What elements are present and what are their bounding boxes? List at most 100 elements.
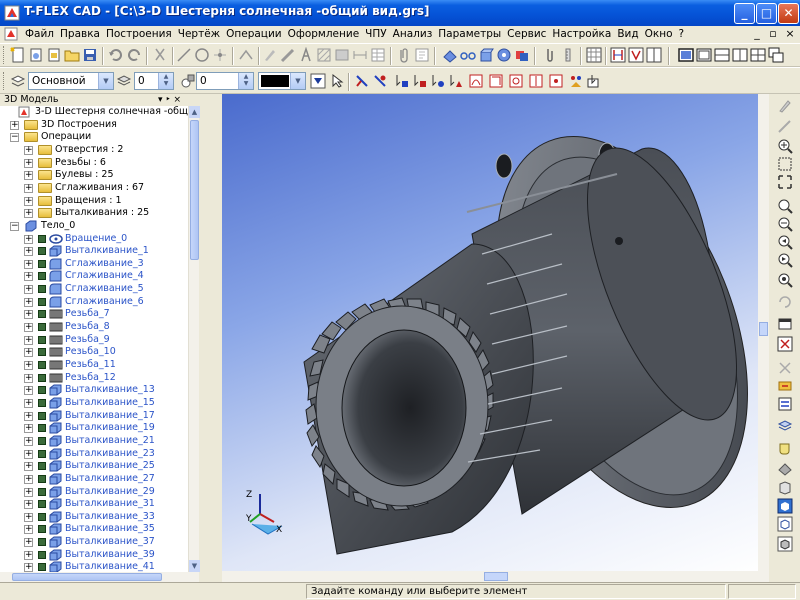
tree-node[interactable]: + Выталкивания : 25	[0, 207, 188, 220]
select-loop-icon[interactable]	[412, 73, 428, 89]
circle-icon[interactable]	[194, 47, 210, 63]
level-icon[interactable]	[116, 73, 132, 89]
window-3d-icon[interactable]	[628, 47, 644, 63]
menu-item[interactable]: Сервис	[504, 28, 549, 40]
tree-node[interactable]: + Вращение_0	[0, 233, 188, 246]
menu-item[interactable]: Настройка	[549, 28, 614, 40]
expand-icon[interactable]: +	[24, 538, 33, 548]
zoom-in-icon[interactable]	[777, 138, 793, 154]
cut-icon[interactable]	[152, 47, 168, 63]
fragment-icon[interactable]	[334, 47, 350, 63]
expand-icon[interactable]: +	[24, 411, 33, 421]
select-element-icon[interactable]	[586, 73, 602, 89]
tree-node[interactable]: + Сглаживание_5	[0, 283, 188, 296]
expand-icon[interactable]: +	[24, 183, 33, 193]
expand-icon[interactable]: +	[24, 259, 33, 269]
tree-node[interactable]: + Резьба_11	[0, 359, 188, 372]
expand-icon[interactable]: +	[24, 297, 33, 307]
visibility-icon[interactable]	[38, 335, 46, 344]
visibility-icon[interactable]	[38, 449, 46, 458]
expand-icon[interactable]: +	[24, 361, 33, 370]
expand-icon[interactable]: +	[24, 373, 33, 383]
grid-icon[interactable]	[586, 47, 602, 63]
spinner-arrows-icon[interactable]: ▲ ▼	[158, 73, 173, 89]
tree-node[interactable]: + Булевы : 25	[0, 169, 188, 182]
menu-item[interactable]: Операции	[223, 28, 284, 40]
view-double-icon[interactable]	[696, 47, 712, 63]
expand-icon[interactable]: +	[24, 500, 33, 510]
tree-horizontal-scrollbar[interactable]	[0, 572, 199, 582]
tree-node[interactable]: − Тело_0	[0, 220, 188, 233]
expand-icon[interactable]: +	[24, 209, 33, 219]
variables-icon[interactable]	[777, 396, 793, 412]
select-surface-icon[interactable]	[488, 73, 504, 89]
view-columns-icon[interactable]	[732, 47, 748, 63]
tree-node[interactable]: + Сглаживание_6	[0, 296, 188, 309]
visibility-icon[interactable]	[38, 348, 46, 357]
view-single-icon[interactable]	[678, 47, 694, 63]
edit-icon[interactable]	[777, 118, 793, 134]
collapse-icon[interactable]: −	[10, 133, 19, 143]
minimize-button[interactable]: _	[734, 3, 755, 24]
visibility-icon[interactable]	[38, 500, 46, 509]
visibility-icon[interactable]	[38, 424, 46, 433]
tree-node[interactable]: + Выталкивание_29	[0, 486, 188, 499]
maximize-button[interactable]: □	[756, 3, 777, 24]
workplane-icon[interactable]	[442, 47, 458, 63]
filter-icon[interactable]	[310, 73, 326, 89]
select-filter-icon[interactable]	[330, 73, 346, 89]
spectacles-icon[interactable]	[460, 47, 476, 63]
tree-node[interactable]: + Выталкивание_35	[0, 523, 188, 536]
visibility-icon[interactable]	[38, 487, 46, 496]
tree-node[interactable]: +3D Построения	[0, 119, 188, 132]
visibility-icon[interactable]	[38, 272, 46, 281]
open-icon[interactable]	[64, 47, 80, 63]
tree-node[interactable]: + Резьба_8	[0, 321, 188, 334]
visibility-icon[interactable]	[38, 550, 46, 559]
expand-icon[interactable]: +	[24, 474, 33, 484]
chevron-down-icon[interactable]: ▼	[98, 73, 113, 89]
material-icon[interactable]	[777, 480, 793, 496]
expand-icon[interactable]: +	[24, 550, 33, 560]
gear-model[interactable]: Z Y X	[222, 94, 769, 571]
tree-node[interactable]: + Выталкивание_1	[0, 245, 188, 258]
tree-node[interactable]: + Выталкивание_25	[0, 460, 188, 473]
save-icon[interactable]	[82, 47, 98, 63]
node-icon[interactable]	[212, 47, 228, 63]
zoom-window-icon[interactable]	[777, 156, 793, 172]
visibility-icon[interactable]	[38, 361, 46, 369]
shaded-view-icon[interactable]	[777, 498, 793, 514]
visibility-icon[interactable]	[38, 373, 46, 382]
scroll-thumb[interactable]	[484, 572, 508, 581]
zoom-out-icon[interactable]	[777, 216, 793, 232]
select-edge-icon[interactable]	[354, 73, 370, 89]
expand-icon[interactable]: +	[24, 525, 33, 535]
rotate-view-icon[interactable]	[777, 294, 793, 310]
window-icon[interactable]	[777, 316, 793, 332]
priority-spinner[interactable]: 0 ▲ ▼	[196, 72, 254, 90]
tree-node[interactable]: 3-D Шестерня солнечная -общий вид.g	[0, 106, 188, 119]
view-rows-icon[interactable]	[714, 47, 730, 63]
select-path-icon[interactable]	[508, 73, 524, 89]
pencil-icon[interactable]	[777, 98, 793, 114]
tree-node[interactable]: + Выталкивание_39	[0, 549, 188, 562]
3d-viewport[interactable]: Z Y X	[222, 94, 769, 571]
expand-icon[interactable]: +	[24, 512, 33, 522]
visibility-icon[interactable]	[38, 462, 46, 471]
view-four-icon[interactable]	[750, 47, 766, 63]
tree-vertical-scrollbar[interactable]: ▲ ▼	[188, 106, 200, 572]
expand-icon[interactable]: +	[24, 145, 33, 155]
tree-node[interactable]: + Вращения : 1	[0, 195, 188, 208]
tree-node[interactable]: + Выталкивание_13	[0, 384, 188, 397]
visibility-icon[interactable]	[38, 398, 46, 407]
expand-icon[interactable]: +	[24, 234, 33, 244]
expand-icon[interactable]: +	[24, 348, 33, 358]
expand-icon[interactable]: +	[24, 436, 33, 446]
visibility-icon[interactable]	[38, 474, 46, 483]
grid-snap-icon[interactable]	[777, 336, 793, 352]
line-icon[interactable]	[176, 47, 192, 63]
select-vertex-icon[interactable]	[372, 73, 388, 89]
select-fragment-icon[interactable]	[568, 73, 584, 89]
panel-controls[interactable]: ▾ ‣ ×	[158, 94, 181, 106]
expand-icon[interactable]: +	[24, 449, 33, 459]
